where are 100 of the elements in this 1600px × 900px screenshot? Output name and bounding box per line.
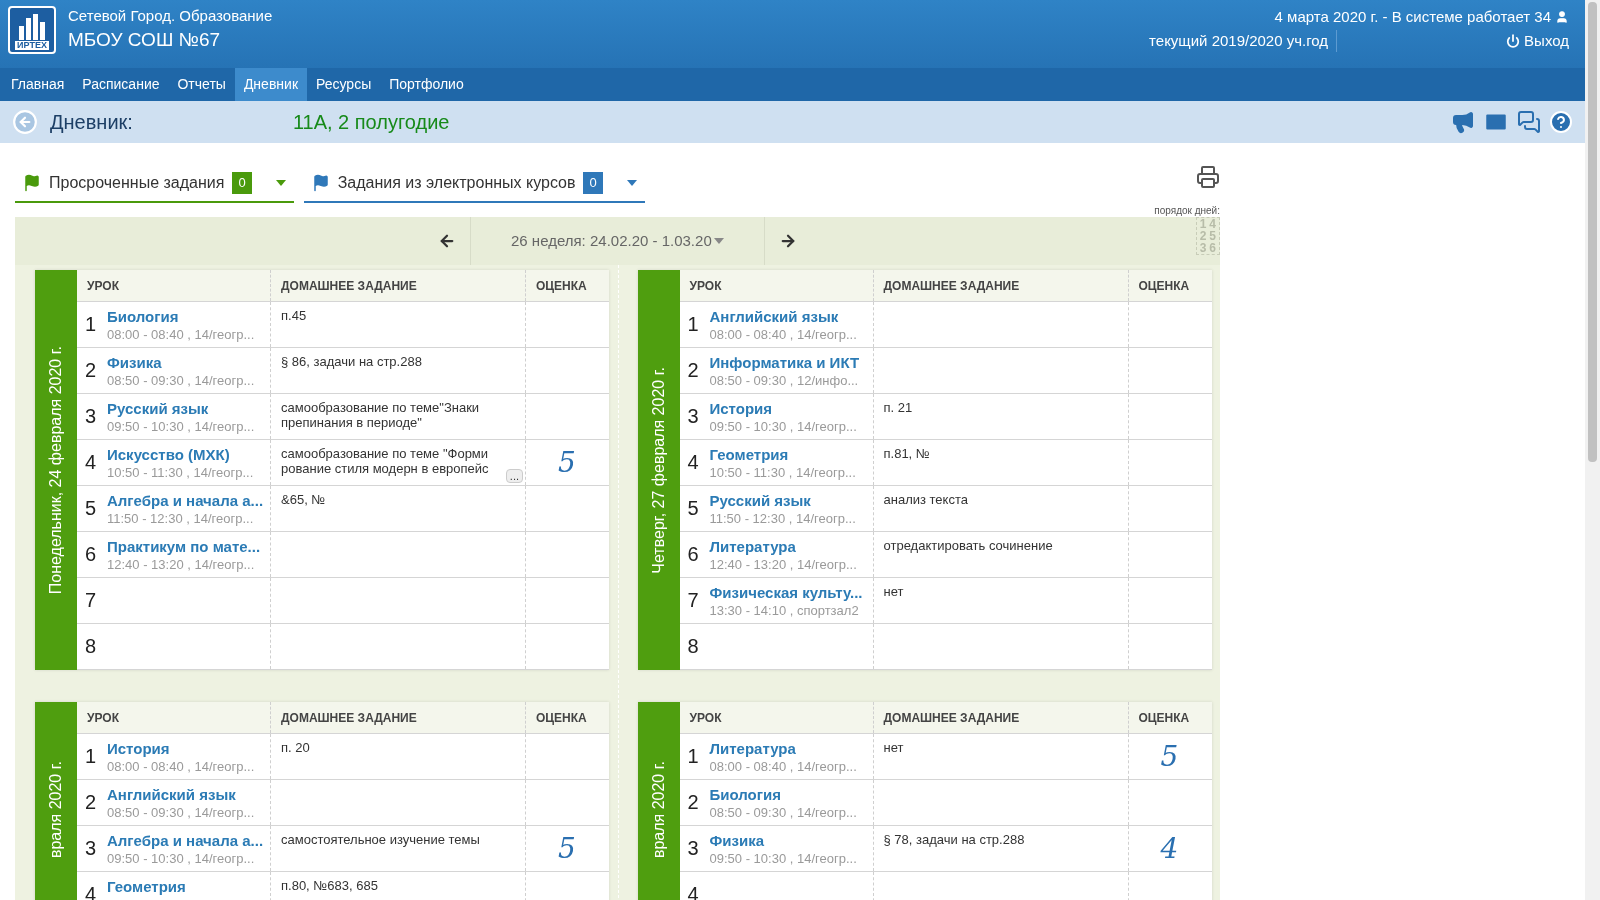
lesson-time: 09:50 - 10:30 , 14/геогр... — [709, 418, 857, 435]
subject-link[interactable]: История — [107, 740, 255, 759]
column-header: ДОМАШНЕЕ ЗАДАНИЕ — [281, 709, 417, 727]
grade-mark[interactable]: 5 — [558, 441, 576, 484]
day-order-label: порядок дней: — [1154, 205, 1220, 217]
subject-link[interactable]: Русский язык — [709, 492, 856, 511]
lesson-time: 11:50 - 12:30 , 14/геогр... — [107, 510, 255, 527]
lesson-number: 8 — [85, 636, 98, 656]
count-badge: 0 — [232, 172, 252, 194]
grade-mark[interactable]: 5 — [1160, 735, 1179, 778]
system-name: Сетевой Город. Образование — [68, 6, 273, 26]
column-header: ДОМАШНЕЕ ЗАДАНИЕ — [883, 709, 1020, 727]
nav-tab[interactable]: Расписание — [73, 68, 169, 101]
homework-text: § 78, задачи на стр.288 — [883, 832, 1026, 847]
nav-tab[interactable]: Ресурсы — [307, 68, 381, 101]
lesson-time: 08:00 - 08:40 , 14/геогр... — [107, 758, 255, 775]
lesson-number: 3 — [687, 838, 700, 858]
subject-link[interactable]: Алгебра и начала а... — [107, 832, 264, 851]
subject-link[interactable]: Геометрия — [709, 446, 856, 465]
lesson-number: 2 — [687, 360, 700, 380]
subject-link[interactable]: Физика — [107, 354, 255, 373]
homework-text: нет — [883, 740, 905, 755]
next-week-icon[interactable] — [779, 232, 797, 250]
subject-link[interactable]: Русский язык — [107, 400, 255, 419]
subject-link[interactable]: Искусство (МХК) — [107, 446, 254, 465]
subject-link[interactable]: Биология — [709, 786, 857, 805]
prev-week-icon[interactable] — [438, 232, 456, 250]
day-title: Понедельник, 24 февраля 2020 г. — [46, 345, 65, 595]
lesson-number: 3 — [85, 838, 98, 858]
more-button[interactable]: ... — [505, 469, 523, 483]
lesson-number: 2 — [85, 792, 98, 812]
megaphone-icon[interactable] — [1451, 110, 1475, 134]
homework-text: самообразование по теме "Форми рование стиля модерн в европейс — [281, 446, 490, 476]
column-header: ОЦЕНКА — [536, 709, 587, 727]
subject-link[interactable]: Физическая культу... — [709, 584, 863, 603]
dropdown-caret-icon[interactable] — [275, 180, 286, 186]
logout-button[interactable]: Выход — [1506, 30, 1569, 53]
homework-text: отредактировать сочинение — [883, 538, 1054, 553]
nav-tab[interactable]: Отчеты — [168, 68, 235, 101]
lesson-number: 5 — [85, 498, 98, 518]
subject-link[interactable]: Практикум по мате... — [107, 538, 261, 557]
print-icon[interactable] — [1196, 165, 1220, 189]
homework-text: самообразование по теме"Знаки препинания в периоде" — [281, 400, 481, 430]
nav-tab[interactable]: Главная — [2, 68, 74, 101]
power-icon — [1506, 34, 1521, 49]
dropdown-caret-icon[interactable] — [626, 180, 637, 186]
filter-tab[interactable]: Задания из электронных курсов 0 — [303, 171, 645, 203]
school-year: текущий 2019/2020 уч.год — [1149, 31, 1329, 51]
lesson-time: 11:50 - 12:30 , 14/геогр... — [709, 510, 856, 527]
lesson-time: 09:50 - 10:30 , 14/геогр... — [107, 850, 256, 867]
subject-link[interactable]: Биология — [107, 308, 255, 327]
subject-link[interactable]: Литература — [709, 740, 857, 759]
homework-text: п. 20 — [281, 740, 311, 755]
grade-mark[interactable]: 4 — [1160, 827, 1179, 870]
lesson-time: 08:00 - 08:40 , 14/геогр... — [709, 758, 857, 775]
subject-link[interactable]: Литература — [709, 538, 857, 557]
chat-icon[interactable] — [1517, 110, 1541, 134]
lesson-number: 2 — [687, 792, 700, 812]
column-header: ОЦЕНКА — [1138, 277, 1190, 295]
filter-tab[interactable]: Просроченные задания 0 — [15, 171, 294, 203]
column-header: УРОК — [689, 709, 722, 727]
lesson-time: 10:50 - 11:30 , 14/геогр... — [107, 464, 254, 481]
column-header: ДОМАШНЕЕ ЗАДАНИЕ — [883, 277, 1020, 295]
subject-link[interactable]: Английский язык — [107, 786, 255, 805]
lesson-number: 3 — [687, 406, 700, 426]
homework-text: анализ текста — [883, 492, 969, 507]
lesson-number: 7 — [85, 590, 98, 610]
lesson-number: 1 — [687, 314, 700, 334]
lesson-number: 1 — [85, 746, 98, 766]
homework-text: § 86, задачи на стр.288 — [281, 354, 423, 369]
subject-link[interactable]: Английский язык — [709, 308, 857, 327]
homework-text: п.81, № — [883, 446, 931, 461]
homework-text: &65, № — [281, 492, 327, 507]
subject-link[interactable]: Информатика и ИКТ — [709, 354, 860, 373]
lesson-time: 09:50 - 10:30 , 14/геогр... — [709, 850, 857, 867]
filter-label: Задания из электронных курсов — [337, 173, 576, 193]
homework-text: нет — [883, 584, 905, 599]
logo[interactable]: ИРТЕХ — [8, 6, 56, 54]
column-header: ДОМАШНЕЕ ЗАДАНИЕ — [281, 277, 417, 295]
homework-text: п.80, №683, 685 — [281, 878, 379, 893]
homework-text: п. 21 — [883, 400, 914, 415]
lesson-number: 7 — [687, 590, 700, 610]
subject-link[interactable]: Алгебра и начала а... — [107, 492, 264, 511]
lesson-time: 09:50 - 10:30 , 14/геогр... — [107, 418, 255, 435]
lesson-time: 08:50 - 09:30 , 14/геогр... — [107, 372, 255, 389]
column-header: ОЦЕНКА — [1138, 709, 1190, 727]
lesson-number: 6 — [85, 544, 98, 564]
homework-text: самостоятельное изучение темы — [281, 832, 481, 847]
subject-link[interactable]: История — [709, 400, 857, 419]
status-text: 4 марта 2020 г. - В системе работает 34 — [1274, 7, 1551, 27]
subject-link[interactable]: Физика — [709, 832, 857, 851]
lesson-number: 6 — [687, 544, 700, 564]
nav-tab[interactable]: Портфолио — [380, 68, 473, 101]
nav-tab[interactable]: Дневник — [234, 68, 307, 101]
page-title: Дневник: — [50, 110, 133, 135]
grade-mark[interactable]: 5 — [558, 827, 576, 870]
lesson-number: 4 — [85, 452, 98, 472]
subject-link[interactable]: Геометрия — [107, 878, 186, 897]
help-icon[interactable] — [1549, 110, 1573, 134]
caret-icon[interactable] — [714, 238, 724, 244]
